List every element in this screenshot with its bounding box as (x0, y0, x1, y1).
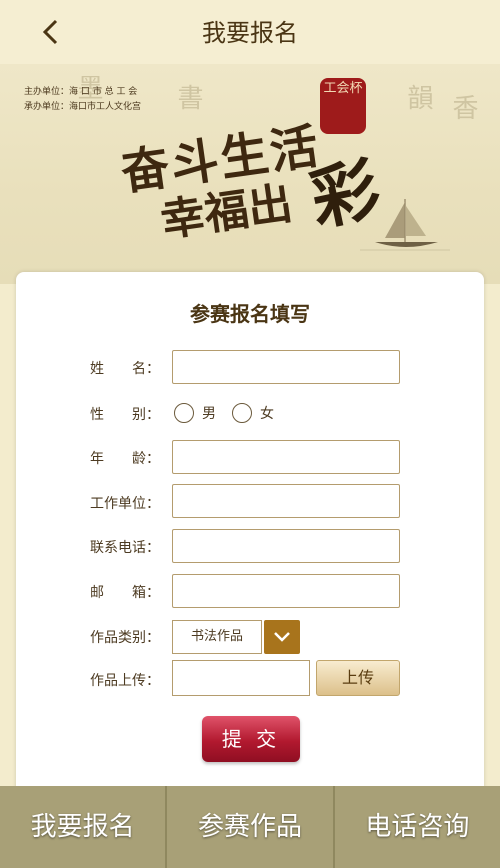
work-unit-input[interactable] (172, 484, 400, 518)
phone-input[interactable] (172, 529, 400, 563)
nav-register[interactable]: 我要报名 (0, 786, 168, 868)
gender-male-radio[interactable] (174, 403, 194, 423)
work-unit-label: 工作单位： (90, 496, 160, 512)
bottom-navigation: 我要报名 参赛作品 电话咨询 (0, 786, 500, 868)
phone-label: 联系电话： (90, 540, 160, 556)
upload-button[interactable]: 上传 (316, 660, 400, 696)
category-dropdown-button[interactable] (264, 620, 300, 654)
cup-seal-logo: 工会杯 (320, 78, 366, 134)
chevron-down-icon (274, 632, 290, 642)
gender-female-label: 女 (260, 406, 274, 422)
upload-file-field[interactable] (172, 660, 310, 696)
background-calligraphy-decoration: 書 (173, 84, 203, 110)
nav-entries[interactable]: 参赛作品 (167, 786, 335, 868)
form-title: 参赛报名填写 (190, 302, 310, 326)
upload-label: 作品上传： (90, 673, 160, 689)
name-input[interactable] (172, 350, 400, 384)
event-banner: 墨 書 韻 香 主办单位：海 口 市 总 工 会 承办单位：海口市工人文化宫 工… (0, 64, 500, 284)
age-input[interactable] (172, 440, 400, 474)
background-calligraphy-decoration: 韻 (403, 84, 433, 110)
email-label: 邮 箱： (90, 585, 160, 601)
category-label: 作品类别： (90, 630, 160, 646)
gender-female-radio[interactable] (232, 403, 252, 423)
background-calligraphy-decoration: 香 (448, 94, 478, 120)
email-input[interactable] (172, 574, 400, 608)
age-label: 年 龄： (90, 451, 160, 467)
sailboat-illustration (360, 199, 450, 251)
name-label: 姓 名： (90, 361, 160, 377)
co-organizer-text: 承办单位：海口市工人文化宫 (24, 102, 142, 112)
organizer-text: 主办单位：海 口 市 总 工 会 (24, 87, 138, 97)
top-bar: 我要报名 (0, 0, 500, 65)
page-title: 我要报名 (202, 19, 298, 47)
category-select[interactable]: 书法作品 (172, 620, 262, 654)
nav-phone-consult[interactable]: 电话咨询 (335, 786, 500, 868)
registration-form-card: 参赛报名填写 姓 名： 性 别： 男 女 年 龄： 工作单位： 联系电话： 邮 … (16, 272, 484, 812)
gender-label: 性 别： (90, 407, 160, 423)
submit-button[interactable]: 提 交 (202, 716, 300, 762)
gender-male-label: 男 (202, 406, 216, 422)
